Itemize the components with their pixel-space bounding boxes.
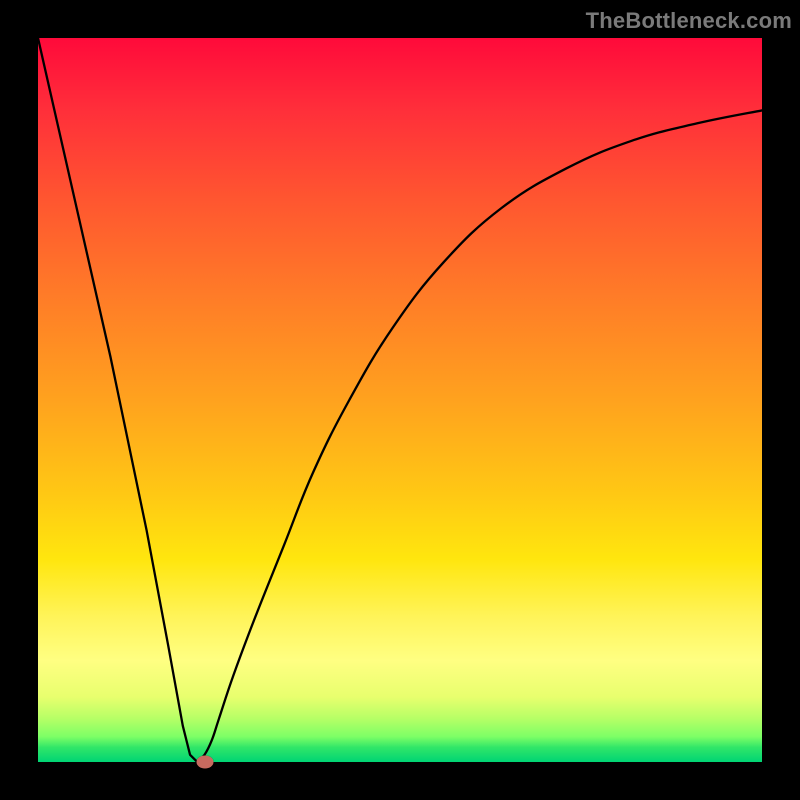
watermark-text: TheBottleneck.com [586, 8, 792, 34]
curve-layer [38, 38, 762, 762]
min-marker [196, 756, 213, 769]
chart-frame: TheBottleneck.com [0, 0, 800, 800]
plot-area [38, 38, 762, 762]
bottleneck-curve [38, 38, 762, 762]
